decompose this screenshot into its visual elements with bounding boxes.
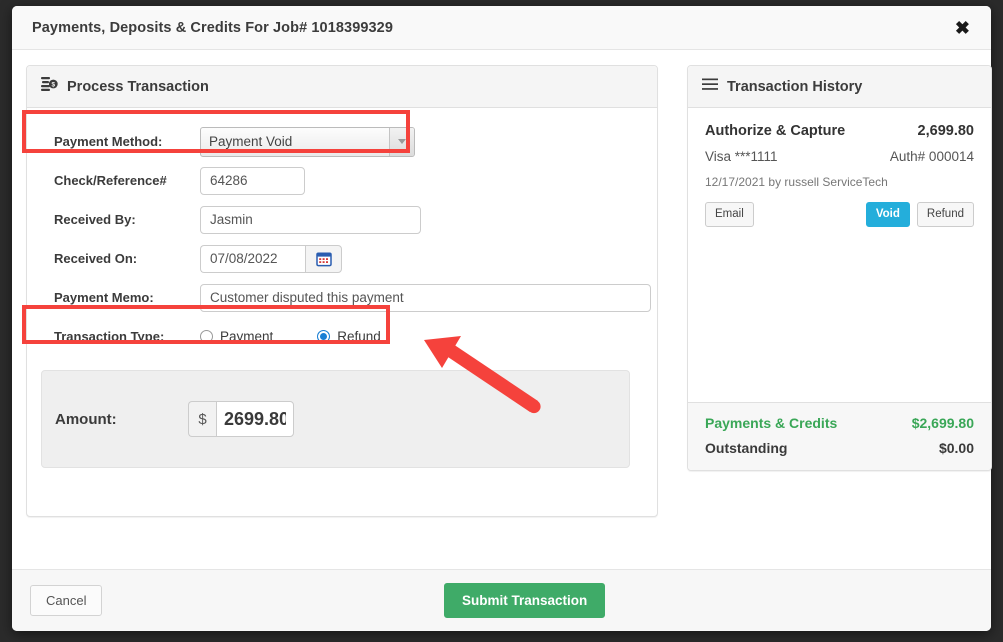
payment-method-select[interactable]: Payment Void [200, 126, 415, 157]
outstanding-row: Outstanding $0.00 [705, 440, 974, 456]
money-stack-icon: $ [41, 76, 58, 97]
transaction-actions: Email Void Refund [705, 202, 974, 227]
received-on-row: Received On: [27, 239, 657, 278]
received-on-label: Received On: [54, 251, 138, 266]
payments-credits-row: Payments & Credits $2,699.80 [705, 415, 974, 431]
payment-memo-row: Payment Memo: [27, 278, 657, 317]
modal-body: $ Process Transaction Payment Method: Pa… [12, 50, 992, 569]
panel-title: Process Transaction [67, 78, 209, 95]
void-button[interactable]: Void [865, 202, 910, 227]
transaction-totals: Payments & Credits $2,699.80 Outstanding… [688, 402, 991, 470]
page-title: Payments, Deposits & Credits For Job# 10… [32, 19, 394, 36]
list-lines-icon [702, 78, 718, 96]
received-by-label: Received By: [54, 212, 136, 227]
received-by-row: Received By: [27, 200, 657, 239]
payment-radio-label: Payment [220, 329, 274, 344]
transaction-card-row: Visa ***1111 Auth# 000014 [705, 149, 974, 164]
close-icon[interactable]: ✖ [951, 17, 974, 39]
radio-circle-unselected-icon [200, 330, 213, 343]
transaction-type-row: Transaction Type: Payment Refund [27, 317, 657, 356]
received-on-input[interactable] [200, 244, 305, 273]
transaction-history-panel: Transaction History Authorize & Capture … [687, 65, 992, 471]
payment-method-select-wrap: Payment Void [200, 126, 415, 157]
transaction-amount: 2,699.80 [917, 123, 974, 139]
svg-text:$: $ [52, 82, 56, 89]
payments-modal: Payments, Deposits & Credits For Job# 10… [12, 6, 992, 631]
amount-label: Amount: [55, 410, 117, 428]
check-reference-label: Check/Reference# [54, 173, 167, 188]
outstanding-value: $0.00 [938, 440, 974, 456]
refund-button[interactable]: Refund [916, 202, 974, 227]
outstanding-label: Outstanding [705, 440, 788, 456]
transaction-form: Payment Method: Payment Void Check/Refer… [27, 108, 657, 468]
payments-credits-label: Payments & Credits [705, 415, 838, 431]
panel-title: Transaction History [727, 78, 863, 95]
submit-transaction-button[interactable]: Submit Transaction [444, 583, 606, 618]
radio-circle-selected-icon [317, 330, 331, 343]
check-reference-input[interactable] [200, 166, 305, 195]
payments-credits-value: $2,699.80 [911, 415, 974, 431]
process-transaction-heading: $ Process Transaction [27, 66, 657, 108]
refund-radio-label: Refund [337, 329, 381, 344]
received-by-input[interactable] [200, 205, 421, 234]
auth-number: Auth# 000014 [889, 149, 974, 164]
transaction-history-list: Authorize & Capture 2,699.80 Visa ***111… [688, 108, 991, 402]
screen: Payments, Deposits & Credits For Job# 10… [0, 0, 1003, 642]
process-transaction-panel: $ Process Transaction Payment Method: Pa… [26, 65, 658, 517]
refund-radio[interactable]: Refund [317, 329, 381, 344]
received-on-date-group [200, 244, 342, 273]
transaction-type-text: Authorize & Capture [705, 123, 846, 139]
check-reference-row: Check/Reference# [27, 161, 657, 200]
email-button[interactable]: Email [705, 202, 754, 227]
amount-section: Amount: $ [41, 370, 630, 468]
amount-input-group: $ [188, 401, 294, 437]
transaction-type-label: Transaction Type: [54, 329, 165, 344]
payment-method-label: Payment Method: [54, 134, 163, 149]
transaction-history-heading: Transaction History [688, 66, 991, 108]
payment-radio[interactable]: Payment [200, 329, 273, 344]
payment-memo-input[interactable] [200, 283, 651, 312]
transaction-meta: 12/17/2021 by russell ServiceTech [705, 175, 888, 189]
cancel-button[interactable]: Cancel [30, 585, 103, 616]
payment-memo-label: Payment Memo: [54, 290, 154, 305]
calendar-icon[interactable] [305, 244, 342, 273]
transaction-type-radio-group: Payment Refund [200, 329, 381, 344]
currency-symbol: $ [188, 401, 216, 437]
transaction-entry-header: Authorize & Capture 2,699.80 [705, 123, 974, 139]
card-number: Visa ***1111 [705, 149, 778, 164]
payment-method-row: Payment Method: Payment Void [27, 122, 657, 161]
modal-footer: Cancel Submit Transaction [12, 569, 991, 631]
amount-input[interactable] [216, 401, 294, 437]
modal-header: Payments, Deposits & Credits For Job# 10… [12, 6, 991, 50]
